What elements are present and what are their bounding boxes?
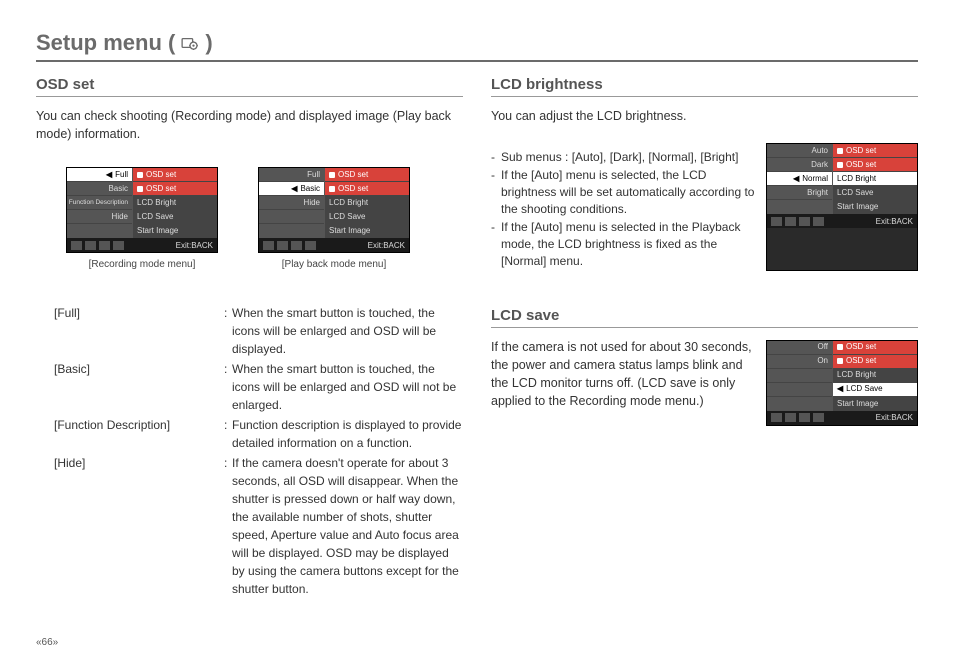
- square-icon: [837, 162, 843, 168]
- definitions-list: [Full] :When the smart button is touched…: [54, 304, 463, 598]
- osd-menu-brightness: Auto Dark ◀Normal Bright OSD set OSD set…: [766, 143, 918, 271]
- exit-label[interactable]: Exit:BACK: [368, 241, 405, 250]
- menu-item[interactable]: LCD Bright: [133, 196, 217, 210]
- footer-icons: [71, 241, 124, 250]
- lcd-brightness-heading: LCD brightness: [491, 76, 918, 97]
- menu-item[interactable]: Bright: [767, 186, 832, 200]
- osd-menu-lcdsave: Off On OSD set OSD set LCD Bright ◀LCD S…: [766, 340, 918, 426]
- definition-desc: When the smart button is touched, the ic…: [232, 360, 463, 414]
- bullet-text: Sub menus : [Auto], [Dark], [Normal], [B…: [501, 149, 738, 166]
- menu-item[interactable]: ◀LCD Save: [833, 383, 917, 397]
- footer-icons: [771, 413, 824, 422]
- osd-set-heading: OSD set: [36, 76, 463, 97]
- menu-item[interactable]: Start Image: [325, 224, 409, 238]
- definition-desc: When the smart button is touched, the ic…: [232, 304, 463, 358]
- title-suffix: ): [205, 30, 212, 56]
- menu-item[interactable]: Dark: [767, 158, 832, 172]
- menu-item-empty: [67, 224, 132, 238]
- menu-item[interactable]: ◀Basic: [259, 182, 324, 196]
- menu-item[interactable]: LCD Bright: [833, 369, 917, 383]
- square-icon: [329, 172, 335, 178]
- menu-item-empty: [767, 397, 832, 411]
- menu-item[interactable]: OSD set: [133, 182, 217, 196]
- osd-set-intro: You can check shooting (Recording mode) …: [36, 107, 463, 143]
- menu-item[interactable]: OSD set: [833, 158, 917, 172]
- definition-term: [Basic]: [54, 360, 224, 414]
- exit-label[interactable]: Exit:BACK: [876, 217, 913, 226]
- menu-item[interactable]: Start Image: [133, 224, 217, 238]
- footer-icons: [263, 241, 316, 250]
- page-title: Setup menu ( ): [36, 30, 918, 62]
- square-icon: [329, 186, 335, 192]
- lcd-save-intro: If the camera is not used for about 30 s…: [491, 338, 756, 426]
- square-icon: [837, 344, 843, 350]
- definition-term: [Hide]: [54, 454, 224, 598]
- square-icon: [137, 172, 143, 178]
- menu-item[interactable]: Function Description: [67, 196, 132, 210]
- menu-item[interactable]: OSD set: [833, 144, 917, 158]
- menu-item[interactable]: LCD Save: [133, 210, 217, 224]
- menu-item[interactable]: OSD set: [133, 168, 217, 182]
- definition-row: [Full] :When the smart button is touched…: [54, 304, 463, 358]
- title-prefix: Setup menu (: [36, 30, 175, 56]
- menu-item[interactable]: OSD set: [833, 355, 917, 369]
- menu-item[interactable]: OSD set: [833, 341, 917, 355]
- menu-item[interactable]: OSD set: [325, 168, 409, 182]
- menu-item[interactable]: Off: [767, 341, 832, 355]
- square-icon: [837, 148, 843, 154]
- exit-label[interactable]: Exit:BACK: [176, 241, 213, 250]
- menu-item[interactable]: Start Image: [833, 397, 917, 411]
- bullet-text: If the [Auto] menu is selected, the LCD …: [501, 167, 756, 219]
- menu-item[interactable]: Full: [259, 168, 324, 182]
- menu-item[interactable]: LCD Bright: [833, 172, 917, 186]
- gear-icon: [181, 36, 199, 50]
- square-icon: [137, 186, 143, 192]
- definition-term: [Function Description]: [54, 416, 224, 452]
- menu-item[interactable]: Hide: [67, 210, 132, 224]
- menu-item[interactable]: Auto: [767, 144, 832, 158]
- definition-desc: If the camera doesn't operate for about …: [232, 454, 463, 598]
- menu-caption-playback: [Play back mode menu]: [258, 259, 410, 270]
- menu-caption-recording: [Recording mode menu]: [66, 259, 218, 270]
- menu-item[interactable]: OSD set: [325, 182, 409, 196]
- footer-icons: [771, 217, 824, 226]
- menu-item[interactable]: Hide: [259, 196, 324, 210]
- menu-item-empty: [767, 200, 832, 214]
- lcd-save-heading: LCD save: [491, 307, 918, 328]
- definition-desc: Function description is displayed to pro…: [232, 416, 463, 452]
- definition-row: [Basic] :When the smart button is touche…: [54, 360, 463, 414]
- menu-item[interactable]: On: [767, 355, 832, 369]
- definition-row: [Hide] :If the camera doesn't operate fo…: [54, 454, 463, 598]
- lcd-brightness-intro: You can adjust the LCD brightness.: [491, 107, 918, 125]
- menu-item-empty: [259, 224, 324, 238]
- menu-item-empty: [259, 210, 324, 224]
- page-number: «66»: [36, 637, 58, 648]
- exit-label[interactable]: Exit:BACK: [876, 413, 913, 422]
- osd-menu-recording: ◀Full Basic Function Description Hide OS…: [66, 167, 218, 253]
- lcd-brightness-bullets: -Sub menus : [Auto], [Dark], [Normal], […: [491, 149, 756, 271]
- menu-item[interactable]: LCD Save: [833, 186, 917, 200]
- menu-item[interactable]: Basic: [67, 182, 132, 196]
- square-icon: [837, 358, 843, 364]
- menu-item-empty: [767, 369, 832, 383]
- bullet-text: If the [Auto] menu is selected in the Pl…: [501, 219, 756, 271]
- osd-menu-playback: Full ◀Basic Hide OSD set OSD set LCD Bri…: [258, 167, 410, 253]
- menu-item[interactable]: Start Image: [833, 200, 917, 214]
- definition-term: [Full]: [54, 304, 224, 358]
- menu-item[interactable]: ◀Full: [67, 168, 132, 182]
- menu-item-empty: [767, 383, 832, 397]
- menu-item[interactable]: LCD Bright: [325, 196, 409, 210]
- menu-item[interactable]: LCD Save: [325, 210, 409, 224]
- definition-row: [Function Description] :Function descrip…: [54, 416, 463, 452]
- menu-item[interactable]: ◀Normal: [767, 172, 832, 186]
